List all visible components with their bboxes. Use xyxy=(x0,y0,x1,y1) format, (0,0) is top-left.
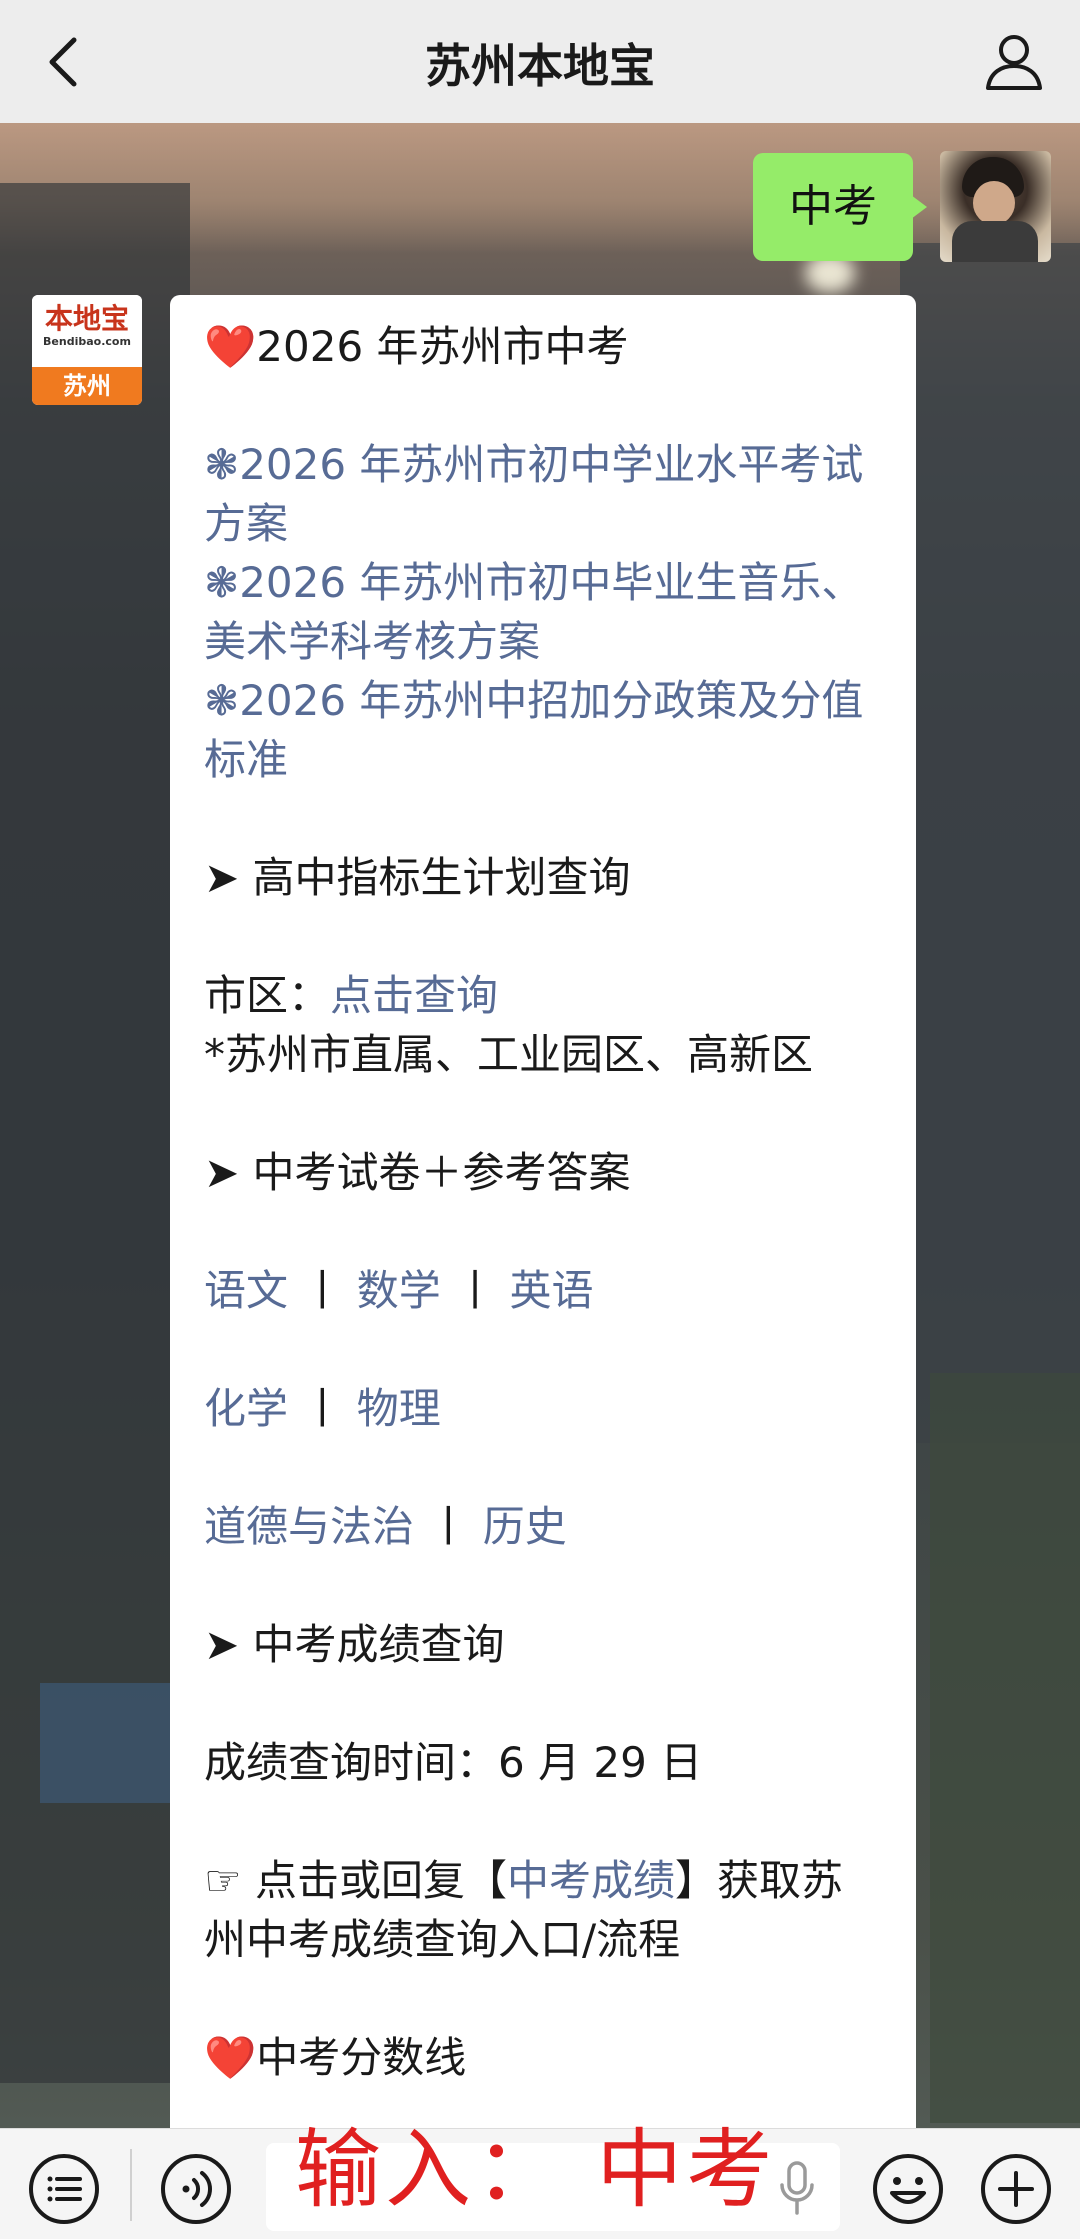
link-score-reply[interactable]: 中考成绩 xyxy=(507,1856,675,1905)
user-message-bubble[interactable]: 中考 xyxy=(753,153,927,261)
person-icon[interactable] xyxy=(976,24,1052,100)
link-physics[interactable]: 物理 xyxy=(357,1384,441,1433)
link-art-music-plan[interactable]: ❃2026 年苏州市初中毕业生音乐、美术学科考核方案 xyxy=(204,553,884,671)
separator: 丨 xyxy=(454,1266,497,1315)
top-navbar: 苏州本地宝 xyxy=(0,0,1080,123)
background-sign xyxy=(40,1683,190,1803)
separator: 丨 xyxy=(301,1384,344,1433)
link-click-query[interactable]: 点击查询 xyxy=(330,971,498,1020)
user-avatar[interactable] xyxy=(940,151,1051,262)
bendibao-logo: 本地宝 Bendibao.com xyxy=(32,295,142,367)
background-building xyxy=(900,243,1080,1443)
link-chinese[interactable]: 语文 xyxy=(204,1266,288,1315)
chat-area[interactable]: 中考 本地宝 Bendibao.com 苏州 ❤️2026 年苏州市中考 ❃20… xyxy=(0,123,1080,2128)
avatar-body xyxy=(952,221,1038,262)
city-label: 市区： xyxy=(204,971,331,1020)
reply-prefix: ☞ 点击或回复【 xyxy=(204,1856,508,1905)
subjects-row: 道德与法治 丨 历史 xyxy=(204,1497,884,1556)
score-query-time: 成绩查询时间：6 月 29 日 xyxy=(204,1738,703,1787)
section-papers-answers: ➤ 中考试卷＋参考答案 xyxy=(204,1148,631,1197)
logo-text: 本地宝 xyxy=(44,302,129,335)
city-query-row: 市区：点击查询 xyxy=(204,966,884,1025)
heading-zhongkao: ❤️2026 年苏州市中考 xyxy=(204,322,629,371)
divider xyxy=(130,2149,132,2221)
bot-avatar[interactable]: 本地宝 Bendibao.com 苏州 xyxy=(32,295,142,405)
plus-icon[interactable] xyxy=(978,2151,1054,2227)
reply-instruction: ☞ 点击或回复【中考成绩】获取苏州中考成绩查询入口/流程 xyxy=(204,1851,884,1969)
city-note: *苏州市直属、工业园区、高新区 xyxy=(204,1030,814,1079)
microphone-icon[interactable] xyxy=(772,2157,822,2219)
link-exam-plan[interactable]: ❃2026 年苏州市初中学业水平考试方案 xyxy=(204,435,884,553)
logo-city: 苏州 xyxy=(32,367,142,405)
emoji-icon[interactable] xyxy=(870,2151,946,2227)
logo-domain: Bendibao.com xyxy=(43,335,131,348)
section-score-query: ➤ 中考成绩查询 xyxy=(204,1620,505,1669)
input-hint-overlay: 输入： 中考 xyxy=(295,2120,777,2220)
section-quota-students: ➤ 高中指标生计划查询 xyxy=(204,853,631,902)
background-trees xyxy=(930,1373,1080,2123)
avatar-face xyxy=(973,181,1015,225)
heading-score-line: ❤️中考分数线 xyxy=(204,2033,467,2082)
separator: 丨 xyxy=(427,1502,470,1551)
separator: 丨 xyxy=(301,1266,344,1315)
link-chemistry[interactable]: 化学 xyxy=(204,1384,288,1433)
bot-message-bubble: ❤️2026 年苏州市中考 ❃2026 年苏州市初中学业水平考试方案 ❃2026… xyxy=(170,295,916,2128)
link-math[interactable]: 数学 xyxy=(357,1266,441,1315)
voice-icon[interactable] xyxy=(158,2151,234,2227)
link-bonus-policy[interactable]: ❃2026 年苏州中招加分政策及分值标准 xyxy=(204,671,884,789)
chat-title: 苏州本地宝 xyxy=(425,39,655,93)
link-english[interactable]: 英语 xyxy=(510,1266,594,1315)
link-morality-law[interactable]: 道德与法治 xyxy=(204,1502,414,1551)
subjects-row: 语文 丨 数学 丨 英语 xyxy=(204,1261,884,1320)
subjects-row: 化学 丨 物理 xyxy=(204,1379,884,1438)
link-history[interactable]: 历史 xyxy=(483,1502,567,1551)
menu-list-icon[interactable] xyxy=(26,2151,102,2227)
